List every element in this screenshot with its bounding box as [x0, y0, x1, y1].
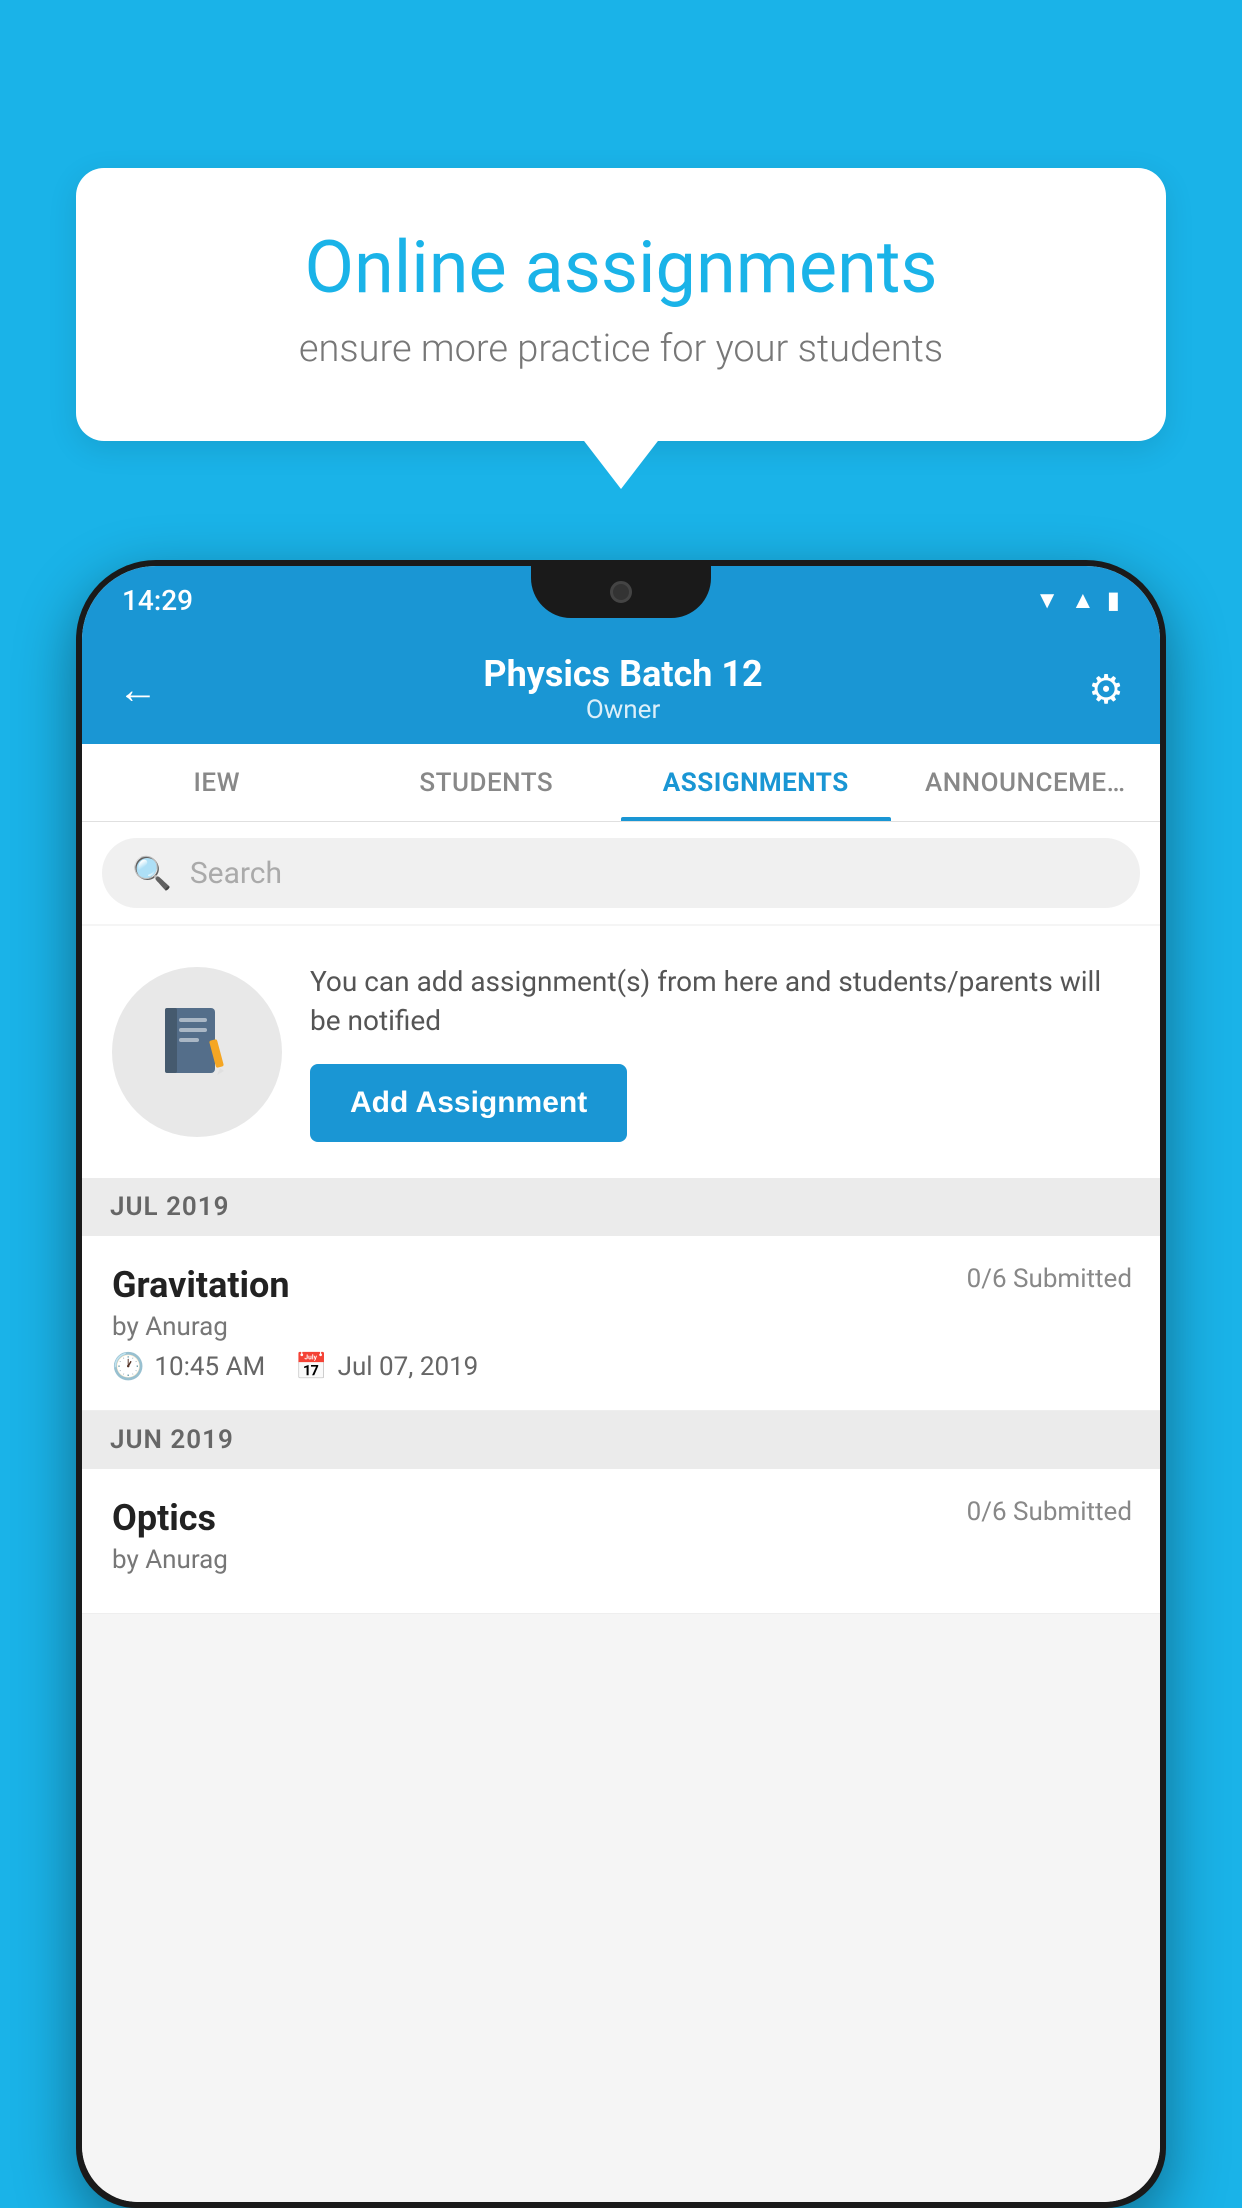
bubble-title: Online assignments [146, 228, 1096, 307]
promo-text-area: You can add assignment(s) from here and … [310, 962, 1130, 1142]
battery-icon: ▮ [1107, 586, 1120, 614]
search-icon: 🔍 [132, 854, 172, 892]
month-jun-2019: JUN 2019 [82, 1411, 1160, 1469]
batch-name: Physics Batch 12 [158, 653, 1088, 695]
back-button[interactable]: ← [118, 666, 158, 713]
month-jun-label: JUN 2019 [110, 1425, 234, 1455]
status-time: 14:29 [122, 584, 193, 617]
phone-frame: 14:29 ▼ ▲ ▮ ← Physics Batch 12 Owner ⚙ I… [76, 560, 1166, 2208]
status-icons: ▼ ▲ ▮ [1035, 586, 1120, 615]
tab-assignments-label: ASSIGNMENTS [663, 768, 849, 798]
tab-announcements[interactable]: ANNOUNCEME… [891, 744, 1161, 821]
bubble-subtitle: ensure more practice for your students [146, 327, 1096, 371]
tab-students-label: STUDENTS [419, 768, 553, 798]
promo-description: You can add assignment(s) from here and … [310, 962, 1130, 1040]
assignment-item-optics[interactable]: Optics 0/6 Submitted by Anurag [82, 1469, 1160, 1614]
promo-section: You can add assignment(s) from here and … [82, 926, 1160, 1178]
month-jul-2019: JUL 2019 [82, 1178, 1160, 1236]
speech-bubble: Online assignments ensure more practice … [76, 168, 1166, 441]
wifi-icon: ▼ [1035, 586, 1059, 615]
signal-icon: ▲ [1071, 586, 1095, 615]
notch-camera [610, 581, 632, 603]
search-bar[interactable]: 🔍 Search [102, 838, 1140, 908]
status-bar: 14:29 ▼ ▲ ▮ [82, 566, 1160, 634]
assignment-name: Gravitation [112, 1264, 290, 1306]
time-value: 10:45 AM [154, 1352, 265, 1382]
assignment-name-optics: Optics [112, 1497, 216, 1539]
search-container: 🔍 Search [82, 822, 1160, 924]
phone-inner: 14:29 ▼ ▲ ▮ ← Physics Batch 12 Owner ⚙ I… [82, 566, 1160, 2202]
date-value: Jul 07, 2019 [338, 1352, 479, 1382]
tab-assignments[interactable]: ASSIGNMENTS [621, 744, 891, 821]
submitted-badge-optics: 0/6 Submitted [967, 1497, 1132, 1527]
promo-icon-circle [112, 967, 282, 1137]
notebook-icon [157, 1003, 237, 1101]
assignment-author-optics: by Anurag [112, 1545, 1132, 1575]
calendar-icon: 📅 [295, 1352, 327, 1382]
settings-icon[interactable]: ⚙ [1088, 666, 1124, 713]
assignment-date: 📅 Jul 07, 2019 [295, 1352, 478, 1382]
add-assignment-button[interactable]: Add Assignment [310, 1064, 627, 1142]
assignment-author: by Anurag [112, 1312, 1132, 1342]
clock-icon: 🕐 [112, 1352, 144, 1382]
search-placeholder: Search [190, 856, 282, 891]
tab-iew-label: IEW [194, 768, 240, 798]
assignment-header-row: Gravitation 0/6 Submitted [112, 1264, 1132, 1306]
assignment-time: 🕐 10:45 AM [112, 1352, 265, 1382]
tab-iew[interactable]: IEW [82, 744, 352, 821]
tab-students[interactable]: STUDENTS [352, 744, 622, 821]
notch [531, 566, 711, 618]
assignment-header-row-optics: Optics 0/6 Submitted [112, 1497, 1132, 1539]
tabs-bar: IEW STUDENTS ASSIGNMENTS ANNOUNCEME… [82, 744, 1160, 822]
owner-label: Owner [158, 695, 1088, 725]
tab-announcements-label: ANNOUNCEME… [925, 768, 1126, 798]
assignment-meta: 🕐 10:45 AM 📅 Jul 07, 2019 [112, 1352, 1132, 1382]
assignment-item-gravitation[interactable]: Gravitation 0/6 Submitted by Anurag 🕐 10… [82, 1236, 1160, 1411]
content-area: 🔍 Search [82, 822, 1160, 2202]
submitted-badge: 0/6 Submitted [967, 1264, 1132, 1294]
app-header: ← Physics Batch 12 Owner ⚙ [82, 634, 1160, 744]
header-title-area: Physics Batch 12 Owner [158, 653, 1088, 725]
month-jul-label: JUL 2019 [110, 1192, 230, 1222]
